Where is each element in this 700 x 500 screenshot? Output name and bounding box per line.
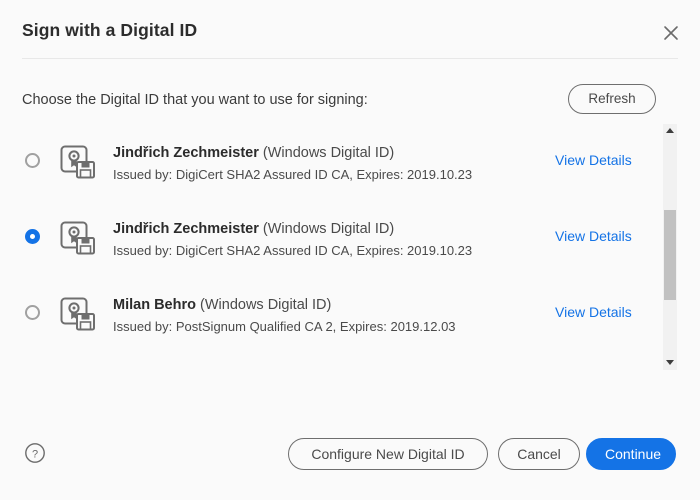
close-icon[interactable] [660, 22, 682, 44]
header-divider [22, 58, 678, 59]
certificate-icon [60, 221, 96, 255]
page-title: Sign with a Digital ID [22, 20, 198, 40]
view-details-link[interactable]: View Details [555, 152, 632, 168]
list-item-title: Jindřich Zechmeister (Windows Digital ID… [113, 143, 533, 163]
prompt-label: Choose the Digital ID that you want to u… [22, 92, 368, 108]
certificate-icon [60, 297, 96, 331]
dialog-header: Sign with a Digital ID [0, 0, 700, 59]
list-item[interactable]: Milan Behro (Windows Digital ID) Issued … [0, 278, 660, 354]
refresh-button[interactable]: Refresh [568, 84, 656, 114]
list-item-title: Jindřich Zechmeister (Windows Digital ID… [113, 219, 533, 239]
view-details-link[interactable]: View Details [555, 228, 632, 244]
id-type: (Windows Digital ID) [195, 297, 332, 313]
scrollbar-thumb[interactable] [664, 210, 676, 300]
id-type: (Windows Digital ID) [258, 221, 395, 237]
list-item-issuer: Issued by: PostSignum Qualified CA 2, Ex… [113, 319, 456, 334]
list-item[interactable]: Jindřich Zechmeister (Windows Digital ID… [0, 126, 660, 202]
list-item-text: Milan Behro (Windows Digital ID) Issued … [113, 295, 533, 337]
continue-button[interactable]: Continue [586, 438, 676, 470]
prompt-row: Choose the Digital ID that you want to u… [0, 84, 700, 120]
help-circle-icon[interactable]: ? [24, 442, 46, 464]
person-name: Jindřich Zechmeister [113, 221, 259, 237]
person-name: Milan Behro [113, 297, 196, 313]
list-scrollbar[interactable] [663, 124, 677, 370]
list-item-title: Milan Behro (Windows Digital ID) [113, 295, 533, 315]
certificate-icon [60, 145, 96, 179]
radio-button[interactable] [25, 229, 40, 244]
person-name: Jindřich Zechmeister [113, 145, 259, 161]
chevron-down-icon[interactable] [663, 356, 677, 370]
view-details-link[interactable]: View Details [555, 304, 632, 320]
radio-button[interactable] [25, 153, 40, 168]
configure-new-digital-id-button[interactable]: Configure New Digital ID [288, 438, 488, 470]
radio-button[interactable] [25, 305, 40, 320]
digital-id-list: Jindřich Zechmeister (Windows Digital ID… [0, 126, 660, 370]
dialog-footer: ? Configure New Digital ID Cancel Contin… [0, 420, 700, 500]
chevron-up-icon[interactable] [663, 124, 677, 138]
list-item-text: Jindřich Zechmeister (Windows Digital ID… [113, 143, 533, 185]
svg-text:?: ? [32, 448, 38, 460]
list-item[interactable]: Jindřich Zechmeister (Windows Digital ID… [0, 202, 660, 278]
list-item-text: Jindřich Zechmeister (Windows Digital ID… [113, 219, 533, 261]
id-type: (Windows Digital ID) [258, 145, 395, 161]
list-item-issuer: Issued by: DigiCert SHA2 Assured ID CA, … [113, 167, 473, 182]
cancel-button[interactable]: Cancel [498, 438, 580, 470]
list-item-issuer: Issued by: DigiCert SHA2 Assured ID CA, … [113, 243, 473, 258]
